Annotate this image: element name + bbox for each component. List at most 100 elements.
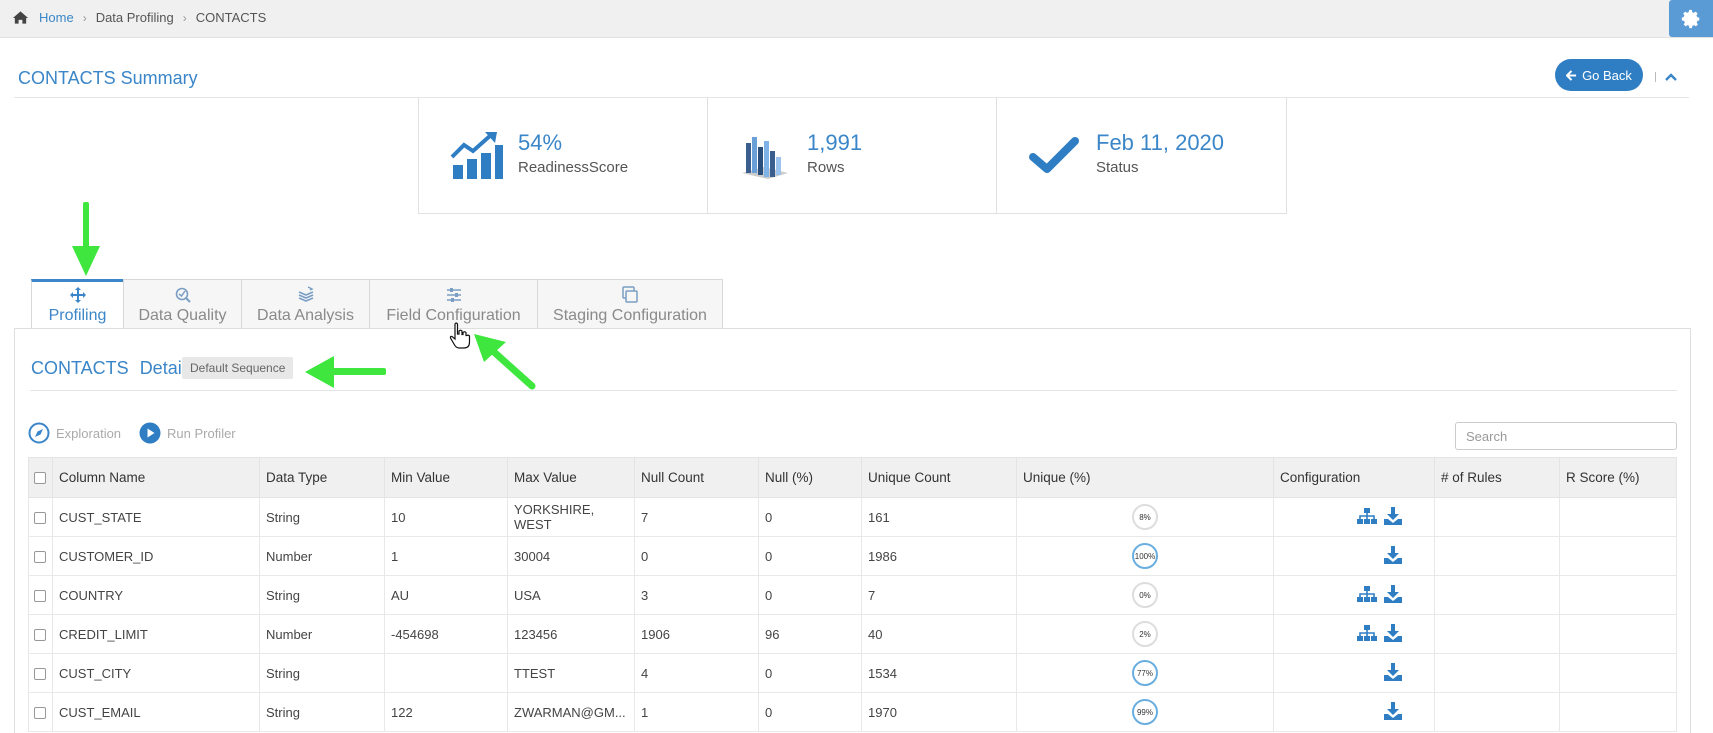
cell-rules — [1434, 653, 1560, 693]
cell-max-value: YORKSHIRE, WEST — [507, 497, 635, 537]
row-checkbox[interactable] — [34, 668, 46, 681]
chevron-up-icon[interactable] — [1664, 70, 1678, 84]
cell-r-score — [1559, 614, 1677, 654]
cell-r-score — [1559, 536, 1677, 576]
cell-null-count: 1 — [634, 692, 759, 732]
tab-profiling[interactable]: Profiling — [31, 279, 124, 329]
cell-configuration — [1273, 653, 1435, 693]
row-checkbox-cell — [28, 536, 53, 576]
tab-data-quality[interactable]: Data Quality — [123, 279, 242, 329]
settings-button[interactable] — [1669, 0, 1713, 37]
cell-unique-pct: 0% — [1016, 575, 1274, 615]
cell-rules — [1434, 692, 1560, 732]
cell-data-type: String — [259, 497, 385, 537]
cell-unique-pct: 2% — [1016, 614, 1274, 654]
copy-icon — [622, 286, 638, 303]
cell-unique-count: 40 — [861, 614, 1017, 654]
cell-configuration — [1273, 497, 1435, 537]
cell-data-type: Number — [259, 614, 385, 654]
detail-title-entity: CONTACTS — [31, 358, 129, 378]
cell-null-pct: 0 — [758, 575, 862, 615]
exploration-button[interactable]: Exploration — [28, 422, 121, 444]
cell-min-value: 10 — [384, 497, 508, 537]
col-header-rules[interactable]: # of Rules — [1434, 457, 1560, 498]
row-checkbox-cell — [28, 653, 53, 693]
cell-column-name[interactable]: CUST_CITY — [52, 653, 260, 693]
summary-title: CONTACTS Summary — [18, 68, 198, 88]
download-icon[interactable] — [1384, 624, 1402, 642]
cell-unique-pct: 99% — [1016, 692, 1274, 732]
download-icon[interactable] — [1384, 507, 1402, 525]
select-all-checkbox[interactable] — [34, 472, 46, 485]
compass-icon — [28, 422, 50, 444]
row-checkbox[interactable] — [34, 590, 46, 603]
cell-configuration — [1273, 614, 1435, 654]
row-checkbox-cell — [28, 575, 53, 615]
cell-column-name[interactable]: CUST_EMAIL — [52, 692, 260, 732]
hierarchy-icon[interactable] — [1357, 586, 1377, 602]
table-row[interactable]: CUST_CITY String TTEST 4 0 1534 77% — [28, 653, 1677, 693]
cell-rules — [1434, 575, 1560, 615]
go-back-button[interactable]: Go Back — [1555, 59, 1643, 91]
row-checkbox[interactable] — [34, 629, 46, 642]
cell-rules — [1434, 536, 1560, 576]
hierarchy-icon[interactable] — [1357, 508, 1377, 524]
col-header-r-score[interactable]: R Score (%) — [1559, 457, 1677, 498]
unique-pct-gauge: 99% — [1132, 699, 1158, 725]
col-header-data-type[interactable]: Data Type — [259, 457, 385, 498]
cell-rules — [1434, 497, 1560, 537]
annotation-arrow-left — [305, 356, 386, 388]
cell-data-type: String — [259, 692, 385, 732]
cell-data-type: String — [259, 575, 385, 615]
row-checkbox[interactable] — [34, 707, 46, 720]
download-icon[interactable] — [1384, 585, 1402, 603]
col-header-min-value[interactable]: Min Value — [384, 457, 508, 498]
row-checkbox[interactable] — [34, 512, 46, 525]
cell-column-name[interactable]: COUNTRY — [52, 575, 260, 615]
cell-column-name[interactable]: CUSTOMER_ID — [52, 536, 260, 576]
col-header-unique-pct[interactable]: Unique (%) — [1016, 457, 1274, 498]
run-profiler-button[interactable]: Run Profiler — [139, 422, 236, 444]
unique-pct-gauge: 100% — [1132, 543, 1158, 569]
download-icon[interactable] — [1384, 662, 1402, 681]
tab-staging-configuration[interactable]: Staging Configuration — [537, 279, 723, 329]
tab-staging-configuration-label: Staging Configuration — [553, 307, 707, 324]
col-header-null-pct[interactable]: Null (%) — [758, 457, 862, 498]
cell-unique-count: 1986 — [861, 536, 1017, 576]
cell-unique-count: 161 — [861, 497, 1017, 537]
search-input[interactable] — [1455, 422, 1677, 450]
unique-pct-gauge: 8% — [1132, 504, 1158, 530]
hierarchy-icon[interactable] — [1357, 625, 1377, 641]
breadcrumb-home-link[interactable]: Home — [39, 10, 74, 25]
home-icon[interactable] — [12, 10, 29, 25]
summary-stats: 54% ReadinessScore 1,991 Rows Feb 11, 20… — [418, 97, 1287, 214]
cell-null-count: 7 — [634, 497, 759, 537]
table-row[interactable]: CUST_STATE String 10 YORKSHIRE, WEST 7 0 161 8% — [28, 497, 1677, 537]
breadcrumb-separator: › — [182, 10, 187, 25]
col-header-unique-count[interactable]: Unique Count — [861, 457, 1017, 498]
cell-unique-count: 1970 — [861, 692, 1017, 732]
stat-readiness-value: 54% — [518, 130, 563, 155]
check-icon — [1029, 137, 1079, 173]
cell-column-name[interactable]: CREDIT_LIMIT — [52, 614, 260, 654]
col-header-null-count[interactable]: Null Count — [634, 457, 759, 498]
row-checkbox-cell — [28, 692, 53, 732]
row-checkbox[interactable] — [34, 551, 46, 564]
col-header-column-name[interactable]: Column Name — [52, 457, 260, 498]
stack-icon — [298, 286, 314, 302]
download-icon[interactable] — [1384, 701, 1402, 720]
table-row[interactable]: CREDIT_LIMIT Number -454698 123456 1906 96 40 2… — [28, 614, 1677, 654]
table-row[interactable]: CUSTOMER_ID Number 1 30004 0 0 1986 100% — [28, 536, 1677, 576]
breadcrumb: Home › Data Profiling › CONTACTS — [12, 10, 266, 25]
cell-column-name[interactable]: CUST_STATE — [52, 497, 260, 537]
col-header-max-value[interactable]: Max Value — [507, 457, 635, 498]
sequence-badge[interactable]: Default Sequence — [182, 357, 294, 379]
tab-data-analysis[interactable]: Data Analysis — [241, 279, 370, 329]
stat-readiness: 54% ReadinessScore — [419, 97, 708, 213]
table-row[interactable]: COUNTRY String AU USA 3 0 7 0% — [28, 575, 1677, 615]
col-header-configuration[interactable]: Configuration — [1273, 457, 1435, 498]
breadcrumb-section[interactable]: Data Profiling — [96, 10, 174, 25]
download-icon[interactable] — [1384, 545, 1402, 564]
table-row[interactable]: CUST_EMAIL String 122 ZWARMAN@GM... 1 0 1970 99… — [28, 692, 1677, 732]
tab-data-analysis-label: Data Analysis — [257, 307, 354, 324]
